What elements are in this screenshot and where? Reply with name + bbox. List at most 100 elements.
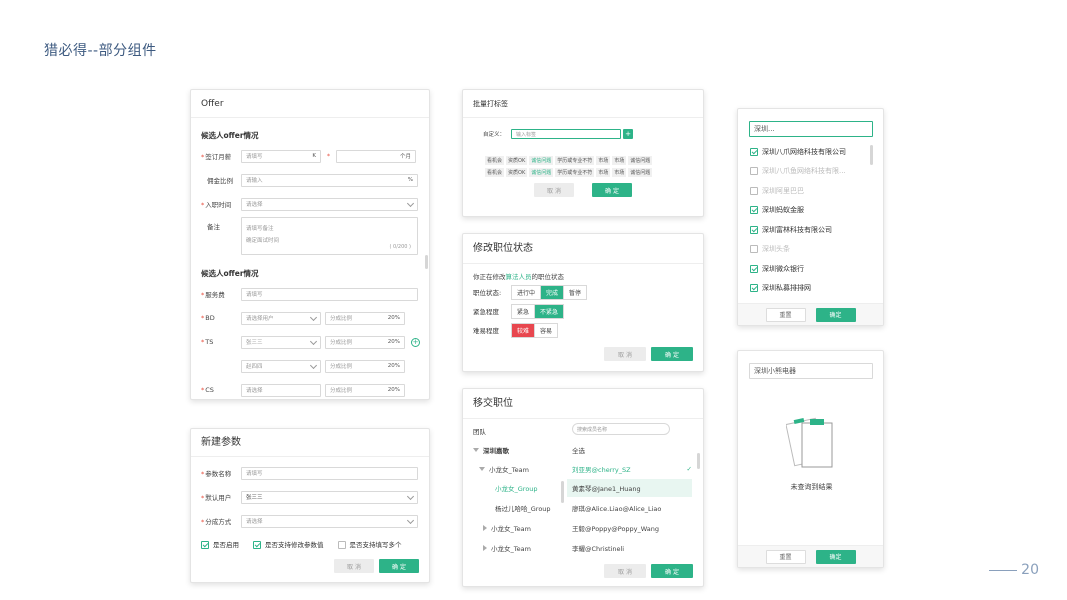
ts-user-select-2[interactable]: 赵四四 [241,359,321,373]
reset-button[interactable]: 重置 [765,307,806,322]
tag-chip[interactable]: 市场 [596,168,611,177]
bd-split-input[interactable]: 分成比例 20% [325,311,405,325]
tree-node[interactable]: 小龙女_Team [483,539,531,557]
ts-label: *TS [201,338,214,346]
checkbox[interactable] [750,167,758,176]
cancel-button[interactable]: 取 消 [534,183,574,197]
default-user-select[interactable]: 张三三 [241,490,418,504]
member-search-input[interactable]: 搜索成员名称 [572,423,670,435]
company-filter-card: 深圳... 深圳八爪网络科技有限公司 深圳八爪鱼网络科技有限... 深圳阿里巴巴 深圳… [737,108,884,326]
add-tag-icon[interactable]: + [623,129,633,139]
chevron-down-icon [406,516,415,524]
enable-checkbox[interactable]: 是否启用 [201,539,239,549]
urgency-segmented[interactable]: 紧急 不紧急 [511,303,565,319]
cancel-button[interactable]: 取 消 [604,564,646,578]
tree-node[interactable]: 深圳嘉歌 [473,441,509,459]
ts-user-select[interactable]: 张三三 [241,335,321,349]
tag-chip[interactable]: 看机会 [485,168,505,177]
company-name: 深圳八爪网络科技有限公司 [762,147,846,156]
company-list-item[interactable]: 深圳私募排排网 [738,279,883,299]
join-time-label: *入职时间 [201,201,232,209]
status-intro: 你正在修改算法人员的职位状态 [473,273,564,281]
member-item[interactable]: 廖琪@Alice.Liao@Alice_Liao [572,499,661,517]
reset-button[interactable]: 重置 [765,549,806,564]
checkbox[interactable] [750,225,758,234]
cs-split-input[interactable]: 分成比例 20% [325,383,405,397]
tree-node[interactable]: 小龙女_Team [479,460,529,478]
tag-chip[interactable]: 学历或专业不符 [555,168,595,177]
company-list-item[interactable]: 深圳蚂蚁金服 [738,201,883,221]
bd-user-select[interactable]: 请选择用户 [241,311,321,325]
company-name: 深圳私募排排网 [762,284,811,293]
confirm-button[interactable]: 确 定 [592,183,632,197]
tree-node-selected[interactable]: 小龙女_Group [495,479,538,497]
company-list-item[interactable]: 深圳富林科技有限公司 [738,220,883,240]
add-circle-icon[interactable]: + [411,337,420,347]
new-param-title: 新建参数 [191,429,429,457]
company-list-item[interactable]: 深圳八爪网络科技有限公司 [738,142,883,162]
company-name: 深圳富林科技有限公司 [762,225,832,234]
param-name-input[interactable]: 请填写 [241,466,418,480]
chevron-down-icon [309,337,318,345]
cs-user-select[interactable]: 请选择 [241,383,321,397]
tag-chip[interactable]: 资质OK [506,168,528,177]
company-search-input[interactable]: 深圳... [749,121,873,137]
status-label: 职位状态: [473,289,502,297]
tag-chip[interactable]: 诚信问题 [529,168,554,177]
cancel-button[interactable]: 取 消 [604,347,646,361]
confirm-button[interactable]: 确定 [815,307,856,322]
empty-result-text: 未查询到结果 [790,483,833,491]
checkbox[interactable] [750,284,758,293]
select-all-member[interactable]: 全选 [572,441,585,459]
empty-search-input[interactable]: 深圳小熊电器 [749,363,873,379]
tree-node[interactable]: 杨过儿哈哈_Group [495,499,551,517]
salary-months-input[interactable]: 个月 [336,149,416,163]
bd-label: *BD [201,314,215,322]
tag-chip[interactable]: 市场 [612,168,627,177]
cancel-button[interactable]: 取 消 [334,559,374,573]
fee-input[interactable]: 请填写 [241,287,418,301]
member-item-selected[interactable]: 刘亚男@cherry_SZ ✓ [572,460,692,478]
salary-input[interactable]: 请填写 K [241,149,321,163]
ts-split-input-2[interactable]: 分成比例 20% [325,359,405,373]
join-time-select[interactable]: 请选择 [241,197,418,211]
scrollbar[interactable] [561,481,564,503]
check-icon: ✓ [686,465,692,473]
company-list-item[interactable]: 深圳阿里巴巴 [738,181,883,201]
company-list-item[interactable]: 深圳头条 [738,240,883,260]
default-user-label: *默认用户 [201,494,232,502]
note-counter: ( 0/200 ) [389,244,412,250]
multi-fill-checkbox[interactable]: 是否支持填写多个 [337,539,402,549]
tag-chip[interactable]: 诚信问题 [628,168,653,177]
confirm-button[interactable]: 确 定 [379,559,419,573]
scrollbar[interactable] [870,145,873,165]
checkbox[interactable] [750,264,758,273]
confirm-button[interactable]: 确 定 [651,347,693,361]
modify-value-checkbox[interactable]: 是否支持修改参数值 [253,539,324,549]
member-item[interactable]: 李耀@Christineli [572,539,624,557]
company-list-item[interactable]: 深圳微众银行 [738,259,883,279]
ts-split-input[interactable]: 分成比例 20% [325,335,405,349]
commission-input[interactable]: 请输入% [241,173,418,187]
scrollbar[interactable] [697,453,700,469]
split-mode-select[interactable]: 请选择 [241,514,418,528]
company-list-item[interactable]: 深圳八爪鱼网络科技有限... [738,162,883,182]
split-mode-label: *分成方式 [201,518,232,526]
member-item[interactable]: 黄素琴@Jane1_Huang [567,479,692,497]
note-label: 备注 [207,223,220,231]
company-name: 深圳蚂蚁金服 [762,206,804,215]
tree-node[interactable]: 小龙女_Team [483,519,531,537]
checkbox[interactable] [750,147,758,156]
member-item[interactable]: 王毅@Poppy@Poppy_Wang [572,519,659,537]
note-textarea[interactable]: 请填写备注 确定面试时间 ( 0/200 ) [241,217,418,255]
company-name: 深圳八爪鱼网络科技有限... [762,167,846,176]
checkbox[interactable] [750,206,758,215]
confirm-button[interactable]: 确 定 [651,564,693,578]
status-segmented[interactable]: 进行中 完成 暂停 [511,284,588,300]
checkbox[interactable] [750,245,758,254]
tag-input[interactable]: 输入标签 [511,129,621,139]
scrollbar[interactable] [425,255,428,269]
confirm-button[interactable]: 确定 [815,549,856,564]
checkbox[interactable] [750,186,758,195]
difficulty-segmented[interactable]: 较难 容易 [511,322,559,338]
